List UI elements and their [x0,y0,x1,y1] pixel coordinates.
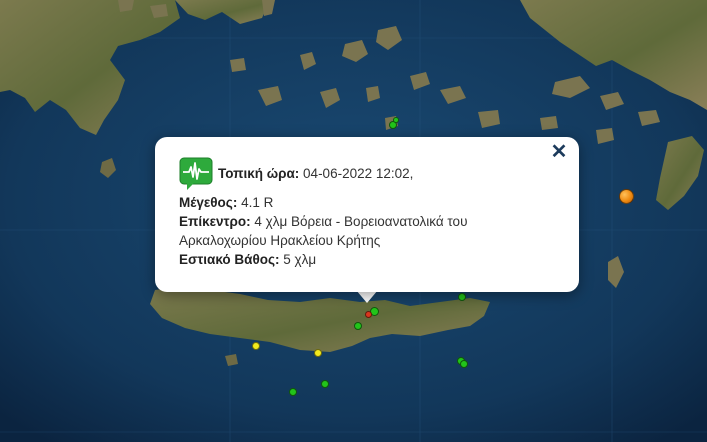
magnitude-value: 4.1 R [241,195,274,210]
earthquake-marker-green[interactable] [289,388,297,396]
close-icon[interactable]: ✕ [549,142,569,162]
depth-label: Εστιακό Βάθος: [179,252,280,267]
local-time-label: Τοπική ώρα: [218,165,300,181]
magnitude-label: Μέγεθος: [179,195,238,210]
earthquake-popup: ✕ Τοπική ώρα: 04-06-2022 12:02, Μέγεθος:… [155,137,579,292]
seismograph-icon [179,157,213,190]
epicenter-value-line2: Αρκαλοχωρίου Ηρακλείου Κρήτης [179,233,381,248]
earthquake-marker-yellow[interactable] [314,349,322,357]
earthquake-marker-green[interactable] [460,360,468,368]
earthquake-marker-green[interactable] [458,293,466,301]
earthquake-marker-orange[interactable] [618,188,634,204]
epicenter-label: Επίκεντρο: [179,214,251,229]
earthquake-marker-green[interactable] [354,322,362,330]
epicenter-value-line1: 4 χλμ Βόρεια - Βορειοανατολικά του [254,214,468,229]
selected-earthquake-marker[interactable] [364,310,372,318]
earthquake-marker-green[interactable] [393,117,399,123]
earthquake-marker-green[interactable] [321,380,329,388]
local-time-value: 04-06-2022 12:02, [303,165,414,181]
depth-value: 5 χλμ [283,252,317,267]
earthquake-marker-yellow[interactable] [252,342,260,350]
